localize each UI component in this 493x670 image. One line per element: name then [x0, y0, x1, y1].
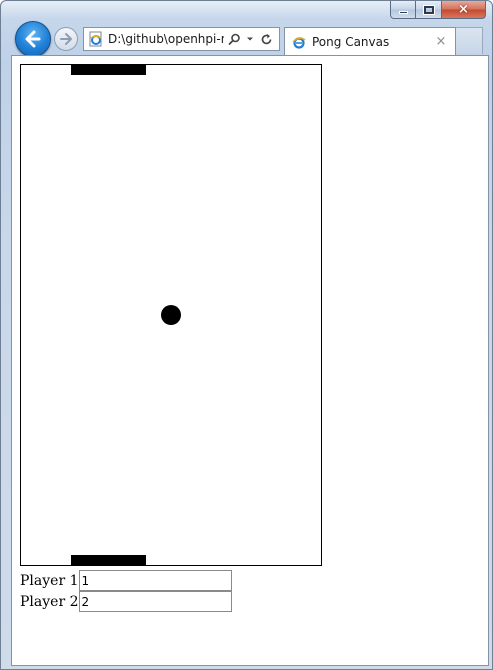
minimize-button[interactable] [390, 1, 416, 19]
address-actions [227, 30, 275, 48]
player1-label: Player 1 [20, 572, 79, 589]
bottom-paddle [71, 555, 146, 565]
top-paddle [71, 65, 146, 75]
caption-buttons: × [390, 1, 486, 21]
tab-title: Pong Canvas [312, 34, 390, 49]
forward-arrow-icon [60, 33, 72, 45]
address-bar[interactable]: D:\github\openhpi-m [83, 27, 280, 51]
dropdown-icon[interactable] [243, 30, 257, 48]
player2-score-field[interactable] [78, 591, 232, 612]
address-text[interactable]: D:\github\openhpi-m [108, 32, 224, 46]
back-arrow-icon [25, 30, 41, 48]
forward-button[interactable] [54, 27, 78, 51]
player1-score-field[interactable] [78, 570, 232, 591]
page-content: Player 1 Player 2 [11, 55, 489, 666]
pong-canvas[interactable] [20, 64, 322, 566]
ie-page-icon [89, 31, 102, 47]
refresh-icon[interactable] [259, 30, 273, 48]
player2-label: Player 2 [20, 593, 79, 610]
close-icon: × [458, 2, 469, 17]
browser-window: × D:\github\openhpi-m Pong Canvas × Play… [0, 0, 493, 670]
maximize-icon [423, 5, 434, 14]
player2-score-row: Player 2 [20, 591, 232, 612]
search-icon[interactable] [227, 30, 241, 48]
ie-tab-icon [292, 36, 306, 49]
tab-close-icon[interactable]: × [433, 34, 449, 50]
back-button[interactable] [15, 21, 51, 57]
minimize-icon [398, 11, 408, 14]
maximize-button[interactable] [416, 1, 442, 19]
new-tab-button[interactable] [456, 27, 483, 54]
ball [161, 305, 181, 325]
player1-score-row: Player 1 [20, 570, 232, 591]
close-window-button[interactable]: × [442, 1, 486, 19]
tab-pong-canvas[interactable]: Pong Canvas × [284, 27, 456, 55]
